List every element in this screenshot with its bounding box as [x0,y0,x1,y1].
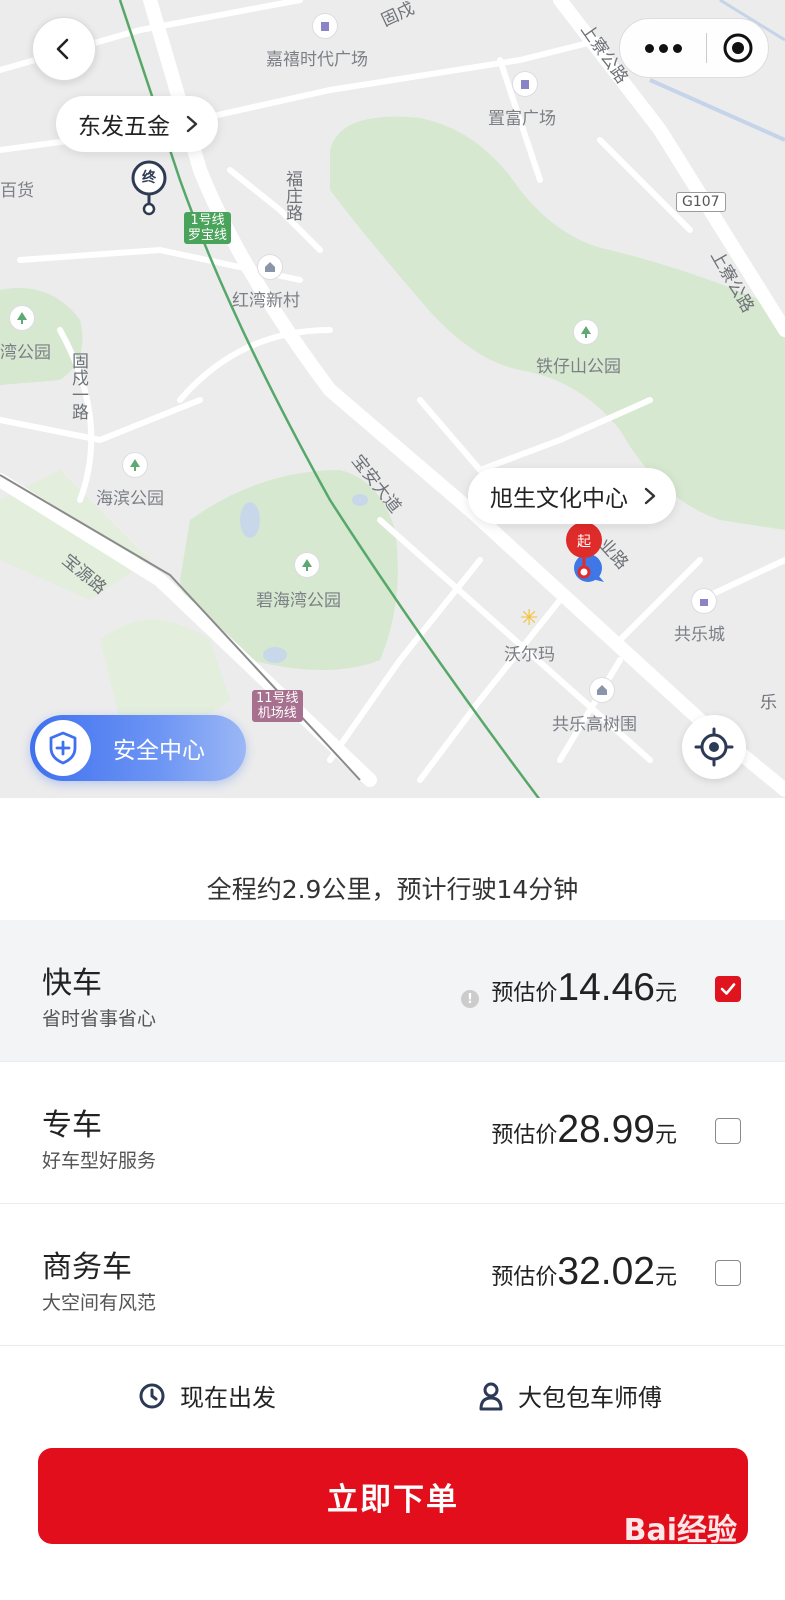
locate-icon [694,727,734,767]
chevron-right-icon [186,115,198,133]
end-marker-text: 终 [142,170,156,186]
price-unit: 元 [654,981,677,1006]
tree-icon [123,453,147,477]
metro-line1-badge: 1号线 罗宝线 [184,212,232,244]
car-option-checkbox[interactable] [715,1118,741,1144]
car-option-price: 预估价 28.99 元 [491,1108,677,1152]
car-option-desc: 省时省事省心 [42,1008,157,1030]
price-value: 32.02 [557,1250,655,1293]
clock-icon [139,1383,165,1408]
house-icon [258,255,282,279]
price-prefix: 预估价 [491,1265,558,1290]
car-option-checkbox[interactable] [715,976,741,1002]
order-sheet: 全程约2.9公里，预计行驶14分钟 快车 省时省事省心 ! 预估价 14.46 … [0,798,785,1600]
poi-tiezai: 铁仔山公园 [536,357,621,377]
car-option-price: 预估价 32.02 元 [491,1250,677,1294]
poi-bihaiwan: 碧海湾公园 [256,591,341,611]
price-value: 28.99 [557,1108,655,1151]
poi-jiaxi: 嘉禧时代广场 [266,50,368,70]
close-target-icon[interactable] [707,31,768,65]
building-icon [513,72,537,96]
tree-icon [295,553,319,577]
safety-center-label: 安全中心 [113,738,205,764]
locate-button[interactable] [682,715,746,779]
poi-gongle-gaoshu: 共乐高树围 [552,715,637,735]
chevron-left-icon [56,38,69,60]
metro-line11-badge: 11号线 机场线 [252,690,303,722]
metro-line11-num: 11号线 [256,691,299,706]
more-icon[interactable] [620,43,706,53]
road-fuzhuang: 福庄路 [282,170,302,221]
start-place-name: 旭生文化中心 [490,486,628,512]
price-prefix: 预估价 [491,981,558,1006]
road-le: 乐 [760,693,777,713]
metro-line1-name: 罗宝线 [188,228,228,243]
poi-baihuo: 百货 [0,181,34,201]
car-option-zhuanche[interactable]: 专车 好车型好服务 预估价 28.99 元 [0,1062,785,1204]
metro-line1-num: 1号线 [190,213,225,228]
start-marker-text: 起 [577,534,591,550]
tree-icon [574,320,598,344]
house-icon [590,678,614,702]
chevron-right-icon [644,487,656,505]
car-option-shangwu[interactable]: 商务车 大空间有风范 预估价 32.02 元 [0,1204,785,1346]
person-icon [479,1382,503,1410]
poi-gongle: 共乐城 [674,625,725,645]
car-option-name: 快车 [42,966,102,1001]
car-option-price: 预估价 14.46 元 [491,966,677,1010]
car-option-checkbox[interactable] [715,1260,741,1286]
car-option-desc: 好车型好服务 [42,1150,157,1172]
safety-center-button[interactable]: 安全中心 [30,715,246,781]
route-summary: 全程约2.9公里，预计行驶14分钟 [206,875,579,904]
baidu-watermark: Bai经验 jingyan.baidu.com [617,1505,737,1564]
mini-program-capsule [619,18,769,78]
price-unit: 元 [654,1123,677,1148]
car-option-name: 专车 [42,1108,102,1143]
map-view[interactable]: 嘉禧时代广场 置富广场 百货 红湾新村 铁仔山公园 湾公园 海滨公园 碧海湾公园… [0,0,785,800]
depart-time-option[interactable]: 现在出发 [138,1378,276,1413]
car-option-name: 商务车 [42,1250,132,1285]
poi-haibin: 海滨公园 [96,489,164,509]
charter-driver-option[interactable]: 大包包车师傅 [478,1378,662,1413]
walmart-icon: ✳ [520,606,539,631]
watermark-main: Bai经验 [623,1513,737,1548]
back-button[interactable] [32,17,96,81]
metro-line11-name: 机场线 [257,706,297,721]
building-icon [313,14,337,38]
info-icon[interactable]: ! [461,990,479,1008]
price-prefix: 预估价 [491,1123,558,1148]
car-option-desc: 大空间有风范 [42,1292,157,1314]
charter-driver-label: 大包包车师傅 [518,1384,662,1412]
check-icon [720,983,736,995]
end-marker[interactable]: 终 [130,160,168,218]
car-option-kuaiche[interactable]: 快车 省时省事省心 ! 预估价 14.46 元 [0,920,785,1062]
end-place-name: 东发五金 [78,114,170,140]
poi-hongwan: 红湾新村 [232,291,300,311]
bag-icon [692,589,716,613]
highway-badge: G107 [676,192,726,212]
start-marker[interactable]: 起 [564,522,614,588]
end-place-pill[interactable]: 东发五金 [56,96,218,152]
start-place-pill[interactable]: 旭生文化中心 [468,468,676,524]
tree-icon [10,306,34,330]
watermark-url: jingyan.baidu.com [617,1549,737,1564]
shield-plus-icon [35,720,91,776]
poi-walmart: 沃尔玛 [504,645,555,665]
price-value: 14.46 [557,966,655,1009]
poi-zhifu: 置富广场 [488,109,556,129]
road-gu-yi: 固戍一路 [68,352,88,420]
price-unit: 元 [654,1265,677,1290]
depart-time-label: 现在出发 [180,1384,276,1412]
poi-wan-park: 湾公园 [0,343,51,363]
